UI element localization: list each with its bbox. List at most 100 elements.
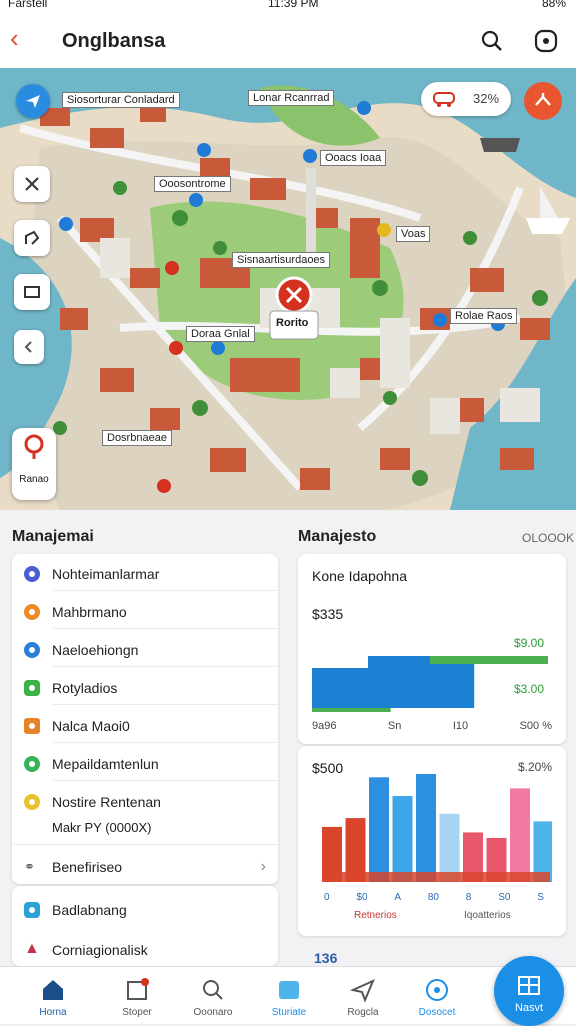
benefits-link[interactable]: ⚭ Benefiriseo › [24, 858, 266, 876]
list-item[interactable]: ▲ Corniagionalisk [24, 941, 148, 959]
management-list: Nohteimanlarmar Mahbrmano Naeloehiongn R… [12, 554, 278, 884]
list-item-label: Rotyladios [52, 680, 118, 696]
list-item[interactable]: Rotyladios [24, 680, 117, 696]
axis-tick: Sn [387, 720, 402, 732]
tab-label: Dosocet [418, 1007, 456, 1018]
map-label[interactable]: Dosrbnaeae [102, 430, 172, 446]
list-dot-icon [24, 718, 40, 734]
chart-axis: 9a96 Sn I10 S00 % [312, 720, 552, 732]
divider [52, 742, 278, 743]
axis-tick: S [537, 892, 544, 903]
tab-shop[interactable]: Stoper [102, 967, 172, 1025]
chart-card-1: Kone Idapohna $335 $9.00 $3.00 9a96 Sn I… [298, 554, 566, 744]
zoom-label: Ranao [19, 474, 49, 485]
list-item-label: Mepaildamtenlun [52, 756, 159, 772]
list-dot-icon [24, 756, 40, 772]
list-item-label: Naeloehiongn [52, 642, 139, 658]
location-pin-icon [24, 434, 44, 459]
list-item[interactable]: Mepaildamtenlun [24, 756, 159, 772]
chevron-right-icon: › [260, 858, 266, 875]
list-item[interactable]: Nalca Maoi0 [24, 718, 130, 734]
list-item[interactable]: Nostire Rentenan [24, 794, 161, 810]
chart-card-footer: 136 [314, 950, 338, 966]
axis-tick: $0 [356, 892, 368, 903]
divider [52, 704, 278, 705]
bar [369, 777, 389, 882]
map-label[interactable]: Siosorturar Conladard [62, 92, 180, 108]
axis-tick: S00 % [519, 720, 552, 732]
map-view[interactable]: Siosorturar Conladard Lonar Rcanrrad Ooo… [0, 68, 576, 510]
axis-tick: I10 [452, 720, 469, 732]
back-arrow-icon[interactable]: ‹ [10, 25, 36, 52]
locate-button[interactable] [16, 84, 50, 118]
tools-icon [25, 177, 39, 191]
zoom-control[interactable]: Ranao [12, 428, 56, 500]
bar-label: $9.00 [514, 636, 545, 650]
divider [52, 780, 278, 781]
shield-icon [279, 981, 299, 999]
left-section-title: Manajemai [12, 528, 94, 545]
carrier-text: Farstell [8, 0, 48, 10]
divider [52, 628, 278, 629]
list-item[interactable]: Badlabnang [24, 902, 127, 918]
selected-location-marker[interactable]: Rorito [268, 275, 320, 341]
collapse-button[interactable] [14, 330, 44, 364]
list-dot-icon [24, 566, 40, 582]
list-item-label: Nostire Rentenan [52, 794, 161, 810]
next-fab-button[interactable]: Nasvt [494, 956, 564, 1026]
battery-text: 88% [541, 0, 566, 10]
bus-icon [433, 92, 455, 107]
compass-icon [426, 979, 448, 1001]
map-label[interactable]: Doraa Gnlal [186, 326, 255, 342]
map-label[interactable]: Rolae Raos [450, 308, 518, 324]
list-item-label: Badlabnang [52, 902, 127, 918]
route-button[interactable] [14, 220, 50, 256]
axis-tick: A [394, 892, 402, 903]
map-type-button[interactable] [14, 274, 50, 310]
list-item-label: Nalca Maoi0 [52, 718, 130, 734]
list-item[interactable]: Naeloehiongn [24, 642, 138, 658]
bar [439, 813, 460, 882]
route-icon [25, 230, 40, 245]
list-dot-icon [24, 902, 40, 918]
tab-label: Horna [39, 1007, 67, 1018]
tab-status[interactable]: Sturiate [254, 967, 324, 1025]
tab-label: Ooonaro [193, 1007, 233, 1018]
tab-home[interactable]: Horna [18, 967, 88, 1025]
search-icon[interactable] [478, 27, 506, 55]
tab-discover[interactable]: Dosocet [402, 967, 472, 1025]
map-label[interactable]: Ooosontrome [154, 176, 231, 192]
directions-icon [535, 93, 551, 106]
directions-button[interactable] [524, 82, 562, 120]
map-label[interactable]: Sisnaartisurdaoes [232, 252, 331, 268]
extra-list: Badlabnang ▲ Corniagionalisk [12, 886, 278, 966]
list-item[interactable]: Mahbrmano [24, 604, 127, 620]
tab-route[interactable]: Rogcla [328, 967, 398, 1025]
divider [12, 844, 278, 845]
info-pill[interactable]: 32% [421, 82, 511, 116]
list-item[interactable]: Nohteimanlarmar [24, 566, 159, 582]
list-dot-icon [24, 794, 40, 810]
list-item-sub: Makr PY (0000X) [52, 820, 152, 835]
tab-label: Rogcla [347, 1007, 379, 1018]
chart-sub-label: Retnerios [354, 910, 397, 921]
axis-tick: 9a96 [312, 720, 337, 732]
divider [52, 590, 278, 591]
tab-search[interactable]: Ooonaro [178, 967, 248, 1025]
layers-button[interactable] [14, 166, 50, 202]
info-pill-value: 32% [473, 91, 500, 106]
map-label[interactable]: Voas [396, 226, 431, 242]
bottom-tab-bar: Horna Stoper Ooonaro Sturiate Rogcla Dos… [0, 966, 576, 1024]
tab-label: Sturiate [271, 1007, 307, 1018]
baseline-bar [322, 872, 550, 882]
bar [392, 796, 413, 882]
pin-icon [269, 276, 319, 340]
axis-tick: 80 [427, 892, 439, 903]
bar [312, 708, 391, 712]
page-title: Onglbansa [62, 30, 166, 52]
map-label[interactable]: Ooacs Ioaa [320, 150, 387, 166]
settings-icon[interactable] [532, 27, 560, 55]
vertical-bar-chart [322, 774, 552, 882]
map-label[interactable]: Lonar Rcanrrad [248, 90, 335, 106]
bar [416, 774, 436, 882]
